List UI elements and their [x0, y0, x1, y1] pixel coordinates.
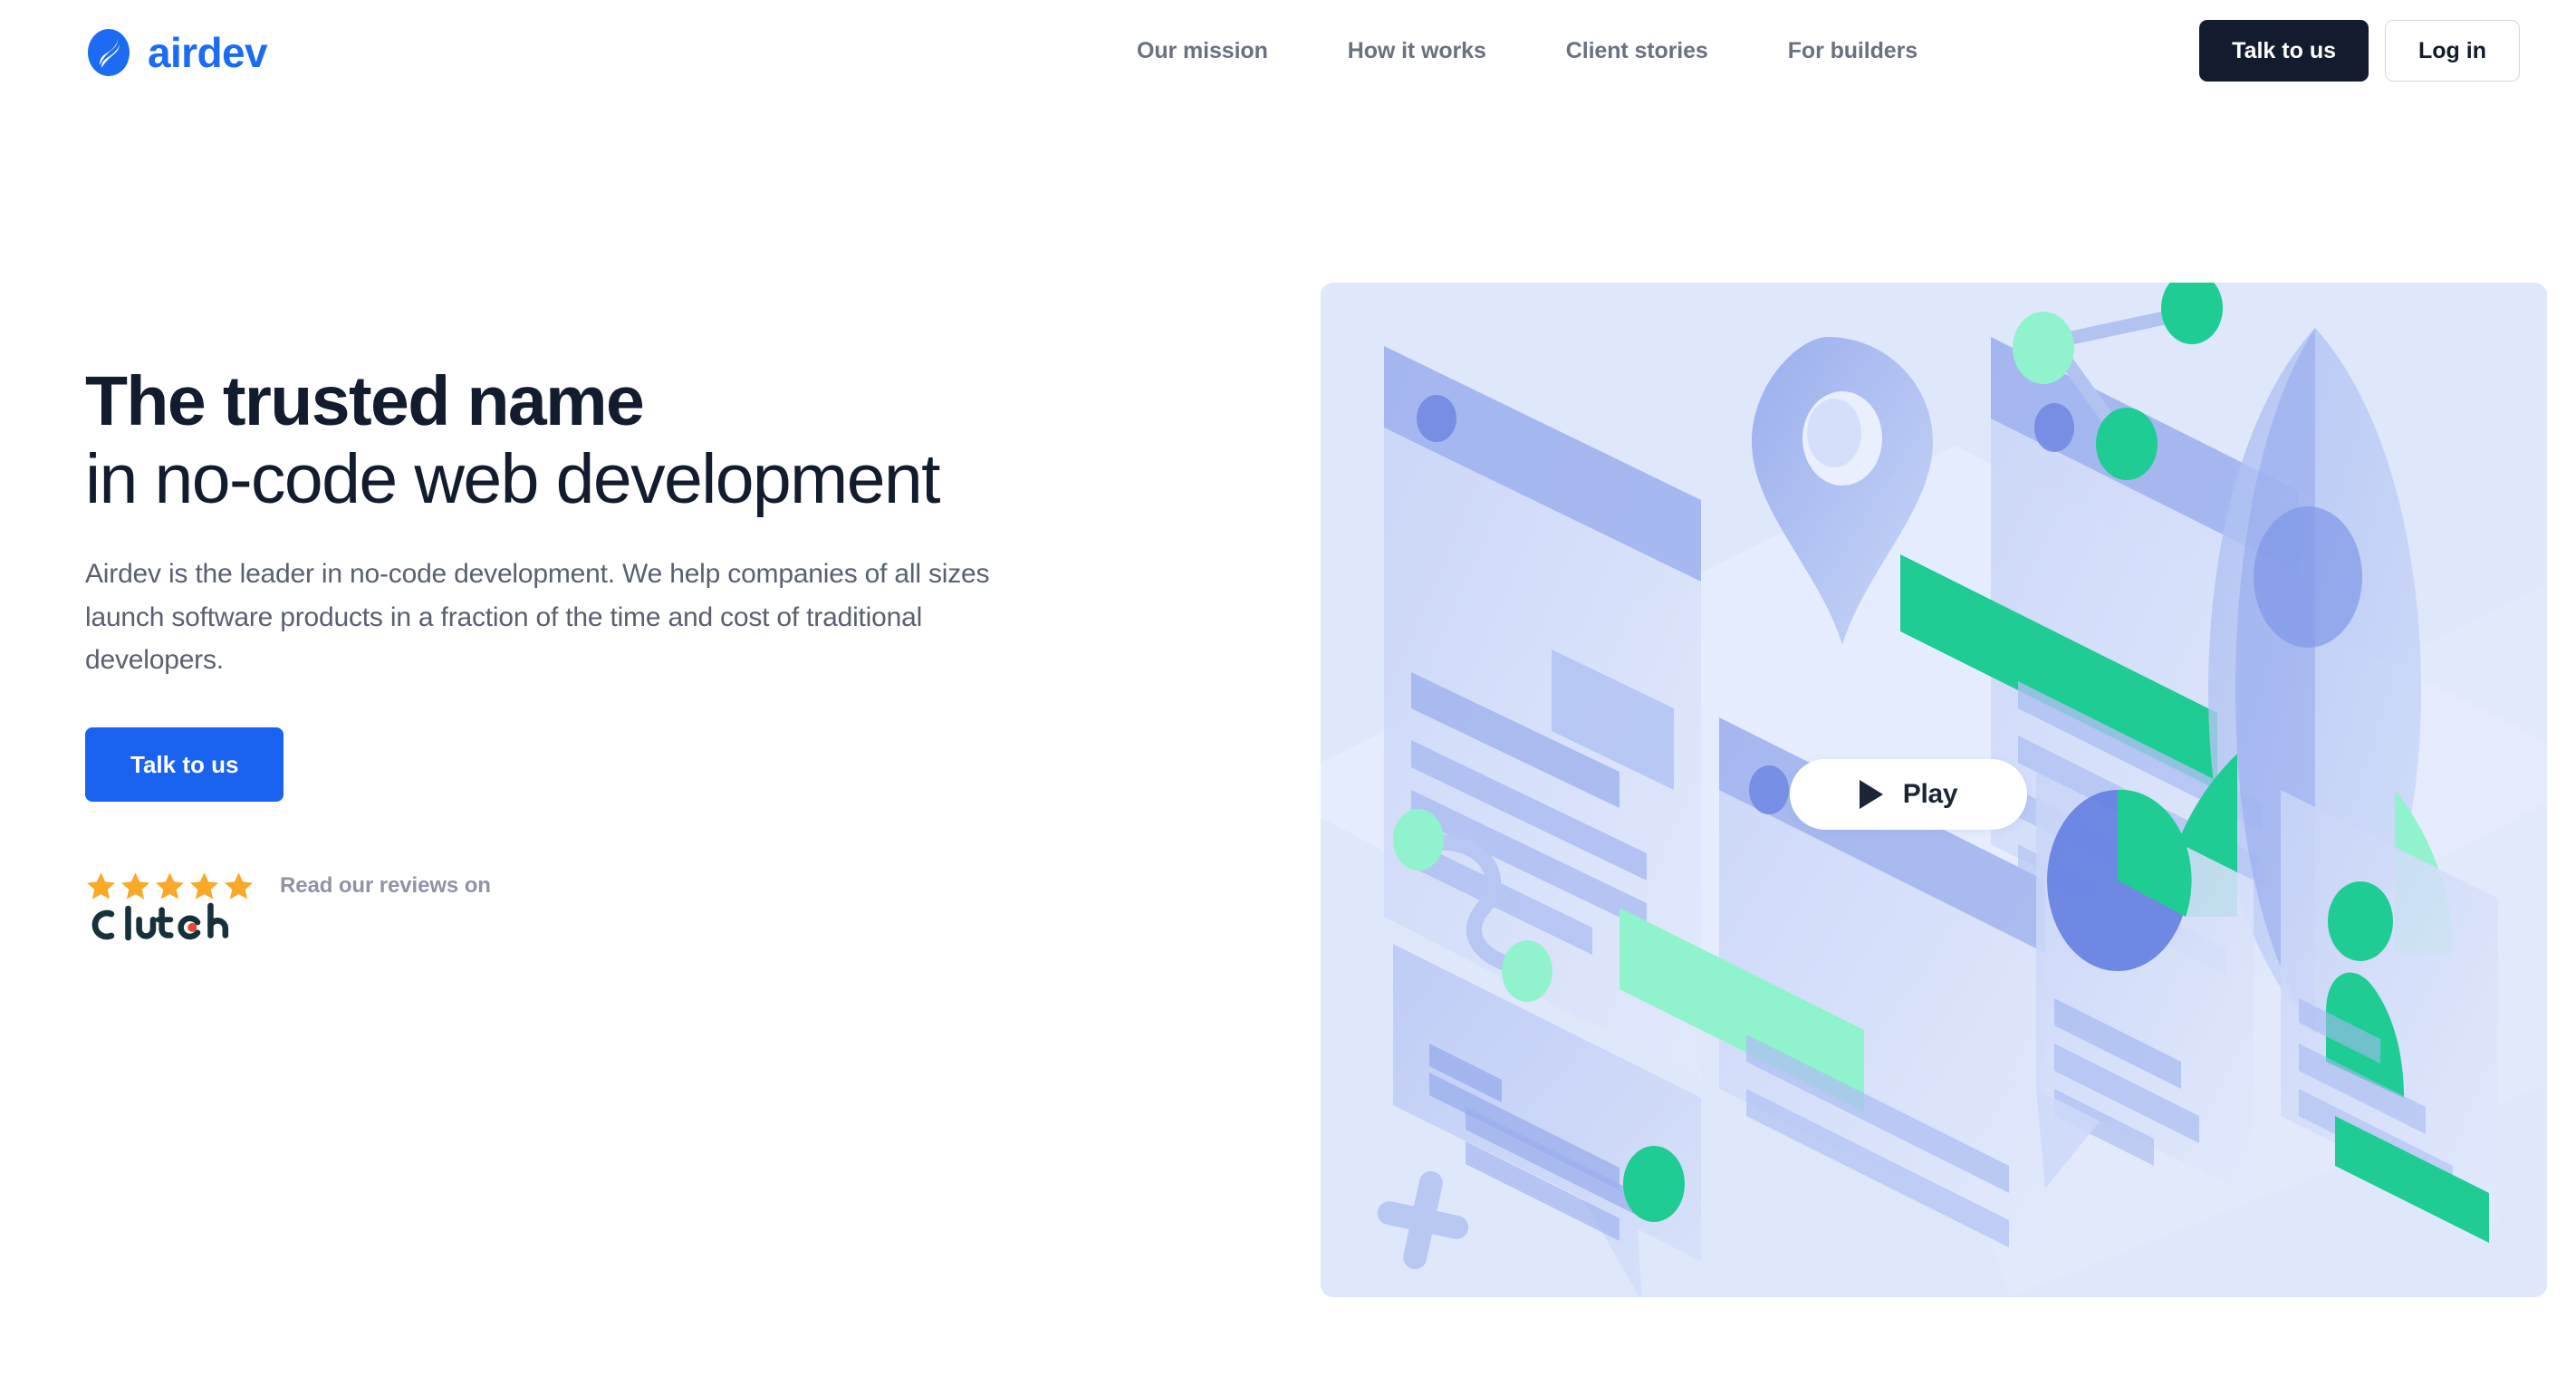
nav-item-how-it-works[interactable]: How it works: [1348, 38, 1486, 64]
star-rating: [85, 871, 255, 902]
header-actions: Talk to us Log in: [2199, 20, 2520, 82]
reviews-block: Read our reviews on: [85, 871, 1100, 948]
reviews-label: Read our reviews on: [280, 873, 491, 899]
play-video-button[interactable]: Play: [1790, 759, 2027, 830]
nav-item-for-builders[interactable]: For builders: [1788, 38, 1918, 64]
main-nav: Our mission How it works Client stories …: [1137, 38, 1918, 64]
play-triangle-icon: [1859, 780, 1883, 809]
star-icon: [87, 871, 115, 900]
clutch-logo-icon: [91, 902, 229, 940]
site-header: airdev Our mission How it works Client s…: [0, 0, 2576, 118]
star-icon: [190, 871, 218, 900]
star-icon: [121, 871, 149, 900]
star-icon: [156, 871, 184, 900]
play-button-label: Play: [1902, 779, 1958, 809]
hero-talk-to-us-button[interactable]: Talk to us: [85, 726, 284, 802]
page-title: The trusted name in no-code web developm…: [85, 362, 1100, 518]
clutch-logo-link[interactable]: [85, 902, 1100, 948]
headline-strong: The trusted name: [85, 362, 645, 440]
brand-name: airdev: [148, 29, 268, 76]
brand-logo[interactable]: airdev: [85, 29, 268, 76]
nav-item-our-mission[interactable]: Our mission: [1137, 38, 1268, 64]
header-log-in-button[interactable]: Log in: [2385, 20, 2520, 82]
headline-light: in no-code web development: [85, 440, 941, 519]
hero-subtext: Airdev is the leader in no-code developm…: [85, 559, 990, 676]
airdev-wave-logo-icon: [88, 29, 130, 76]
rating-row: Read our reviews on: [85, 871, 1100, 902]
hero-content: The trusted name in no-code web developm…: [85, 362, 1100, 948]
star-icon: [225, 871, 253, 900]
header-talk-to-us-button[interactable]: Talk to us: [2199, 20, 2369, 82]
nav-item-client-stories[interactable]: Client stories: [1566, 38, 1708, 64]
